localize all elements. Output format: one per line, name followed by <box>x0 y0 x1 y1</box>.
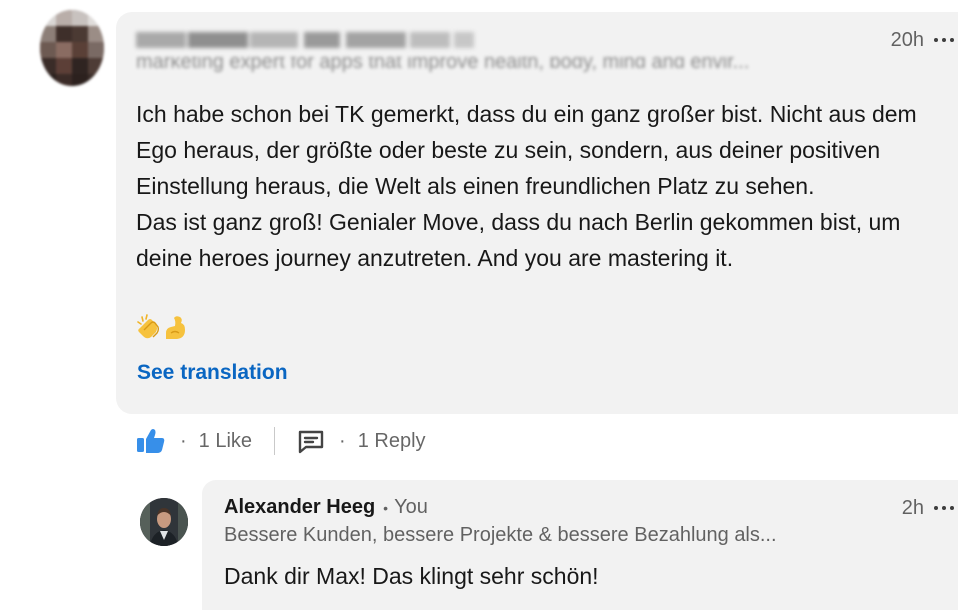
reply-header: Alexander Heeg • You <box>224 496 428 519</box>
thumbs-up-icon[interactable] <box>136 426 166 456</box>
more-icon[interactable] <box>934 28 954 52</box>
reply-count[interactable]: 1 Reply <box>358 430 426 453</box>
reply-author-headline: Bessere Kunden, bessere Projekte & besse… <box>224 524 777 546</box>
separator-dot: · <box>180 429 187 452</box>
more-icon[interactable] <box>934 496 954 520</box>
commenter-headline-blurred: marketing expert for apps that improve h… <box>136 57 750 73</box>
comment-body: Ich habe schon bei TK gemerkt, dass du e… <box>136 96 946 276</box>
like-count[interactable]: 1 Like <box>199 430 252 453</box>
comment-icon[interactable] <box>297 427 325 455</box>
reply-meta: 2h <box>902 496 954 520</box>
separator-dot: · <box>339 429 346 452</box>
clapping-hands-icon <box>137 314 160 339</box>
see-translation-link[interactable]: See translation <box>137 361 288 385</box>
reply-author-relation: You <box>394 496 428 518</box>
person-photo-icon <box>140 498 188 546</box>
reply-time: 2h <box>901 496 924 519</box>
reply-bullet: • <box>383 500 389 516</box>
comment-actions: · 1 Like · 1 Reply <box>136 422 426 460</box>
comment-meta: 20h <box>891 28 954 52</box>
commenter-avatar-blurred[interactable] <box>40 10 104 86</box>
comment-paragraph: Das ist ganz groß! Genialer Move, dass d… <box>136 209 901 271</box>
reply-author-name[interactable]: Alexander Heeg <box>224 496 375 519</box>
flexed-biceps-icon <box>166 316 185 339</box>
reply-author-avatar[interactable] <box>140 498 188 546</box>
commenter-name-blurred[interactable] <box>136 26 486 54</box>
comment-paragraph: Ich habe schon bei TK gemerkt, dass du e… <box>136 101 917 199</box>
action-divider <box>274 427 276 455</box>
comment-emoji <box>136 314 188 342</box>
comment-time: 20h <box>890 28 924 51</box>
